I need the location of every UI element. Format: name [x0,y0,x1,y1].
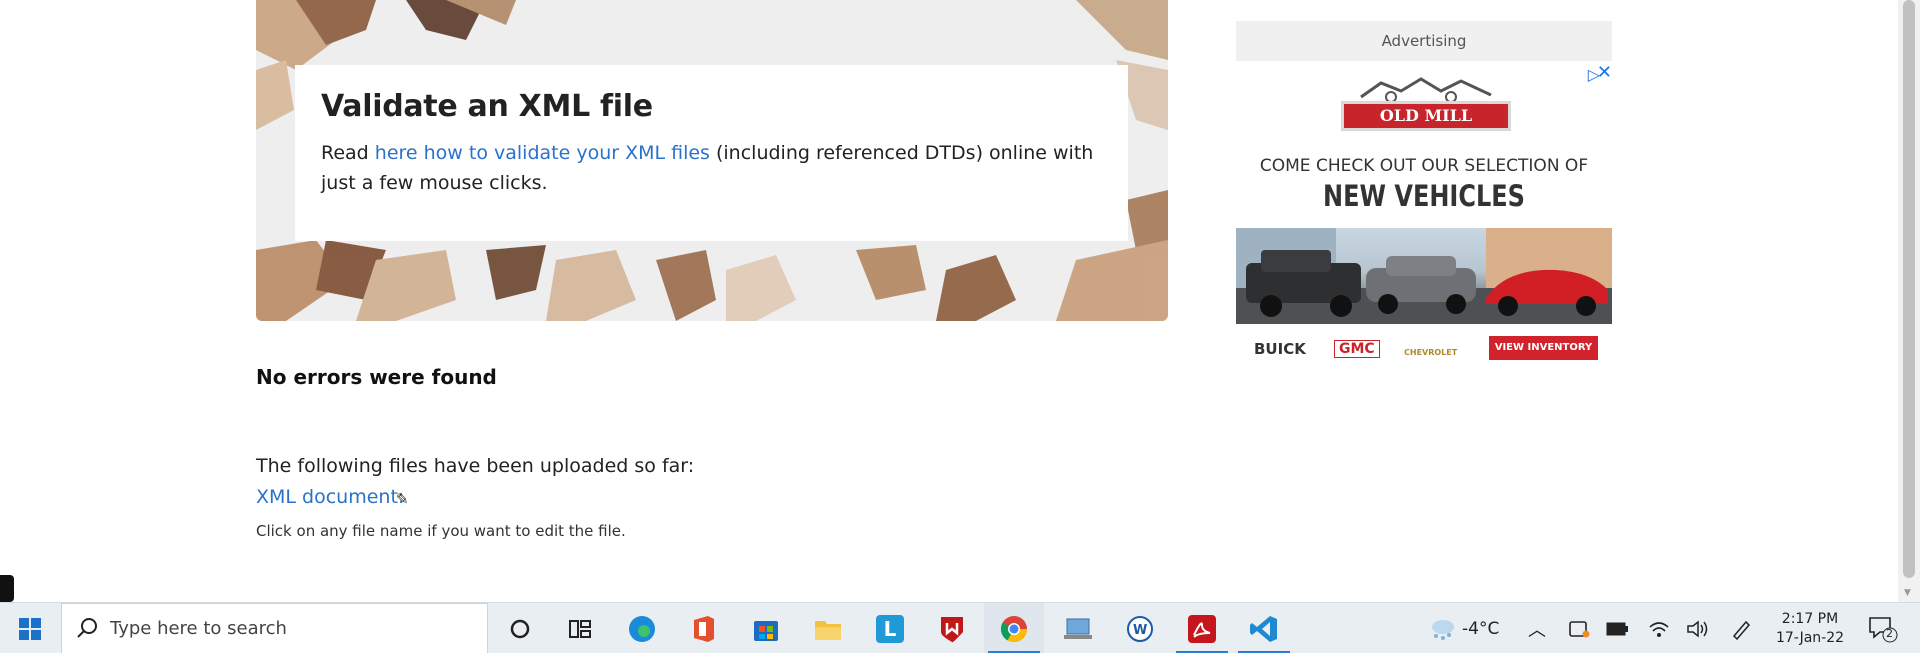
tray-volume[interactable] [1686,603,1710,653]
search-icon [77,618,97,638]
taskbar-edge[interactable] [612,603,672,653]
taskbar-chrome[interactable] [984,603,1044,653]
ad-headline: NEW VEHICLES [1323,179,1525,213]
brand-buick: BUICK [1254,340,1306,358]
office-icon [694,615,714,642]
taskbar-file-explorer[interactable] [798,603,858,653]
tray-meet-now[interactable] [1568,603,1590,653]
start-button[interactable] [0,603,60,653]
weather-widget[interactable]: -4°C [1428,603,1499,653]
edit-hint: Click on any file name if you want to ed… [256,522,626,540]
vertical-scrollbar[interactable]: ▼ [1898,0,1920,602]
notification-count: 2 [1886,627,1893,640]
chevron-up-icon[interactable]: ︿ [1528,603,1546,653]
volume-icon [1687,619,1708,638]
brand-gmc: GMC [1334,340,1380,358]
close-icon[interactable]: ✕ [1597,62,1612,83]
file-explorer-icon [815,620,841,640]
tray-battery[interactable] [1606,603,1628,653]
weather-snow-icon [1432,619,1454,640]
view-inventory-button[interactable]: VIEW INVENTORY [1489,336,1598,360]
pen-icon [1732,620,1751,640]
web-page: Validate an XML file Read here how to va… [0,0,1898,602]
dealer-name: OLD MILL [1341,101,1511,131]
meet-icon [1569,620,1590,637]
advertisement[interactable]: ▷ ✕ OLD MILL COME CHECK OUT OUR SELECTIO… [1236,61,1612,367]
horses-icon [1360,77,1492,103]
mcafee-icon [941,616,963,642]
clock-time: 2:17 PM [1781,611,1839,627]
hero-card: Validate an XML file Read here how to va… [295,65,1128,241]
task-view-button[interactable] [550,603,610,653]
vscode-icon [1250,615,1277,642]
scroll-down-arrow-icon[interactable]: ▼ [1904,588,1911,598]
vehicles-photo [1236,228,1612,324]
clock-date: 17-Jan-22 [1775,630,1845,646]
hero-description: Read here how to validate your XML files… [321,138,1102,198]
taskbar-l-app[interactable]: L [860,603,920,653]
uploaded-files-intro: The following files have been uploaded s… [256,455,695,477]
weather-temperature: -4°C [1462,618,1500,639]
dealer-logo: OLD MILL [1341,71,1511,141]
taskbar-vscode[interactable] [1234,603,1294,653]
tray-network[interactable] [1648,603,1670,653]
taskbar-clock[interactable]: 2:17 PM 17-Jan-22 [1760,610,1860,648]
task-view-icon [569,619,591,638]
validate-howto-link[interactable]: here how to validate your XML files [375,142,710,164]
ad-tagline: COME CHECK OUT OUR SELECTION OF [1259,156,1589,176]
remote-desktop-icon [1064,618,1092,639]
cortana-button[interactable] [490,603,550,653]
taskbar-remote-desktop[interactable] [1048,603,1108,653]
ad-header: Advertising [1236,21,1612,61]
search-placeholder: Type here to search [110,618,287,639]
taskbar-office[interactable] [674,603,734,653]
page-title: Validate an XML file [321,89,653,124]
hero-banner: Validate an XML file Read here how to va… [256,0,1168,321]
taskbar: Type here to search L W -4°C ︿ 2:17 PM 1… [0,602,1920,653]
tray-pen[interactable] [1730,603,1752,653]
l-app-icon: L [876,614,904,643]
scrollbar-thumb[interactable] [1903,0,1915,578]
side-tab[interactable] [0,575,14,602]
hero-text-before: Read [321,142,375,164]
notifications-button[interactable]: 2 [1868,615,1898,647]
brand-chevrolet: CHEVROLET [1404,348,1458,357]
chrome-icon [1000,615,1028,642]
notification-icon [1869,617,1898,643]
taskbar-mcafee[interactable] [922,603,982,653]
taskbar-word[interactable]: W [1110,603,1170,653]
windows-icon [19,617,41,640]
validation-result: No errors were found [256,365,497,389]
acrobat-icon [1188,614,1216,643]
svg-text:W: W [1133,623,1147,638]
store-icon [754,620,778,641]
edge-icon [629,615,655,642]
xml-document-link[interactable]: XML document: [256,486,404,508]
cortana-icon [510,619,530,638]
taskbar-search-box[interactable]: Type here to search [61,603,488,653]
pencil-icon[interactable]: ✎ [396,490,409,508]
wifi-icon [1649,621,1669,637]
battery-icon [1606,622,1628,635]
taskbar-acrobat[interactable] [1172,603,1232,653]
taskbar-store[interactable] [736,603,796,653]
word-icon: W [1127,615,1153,642]
